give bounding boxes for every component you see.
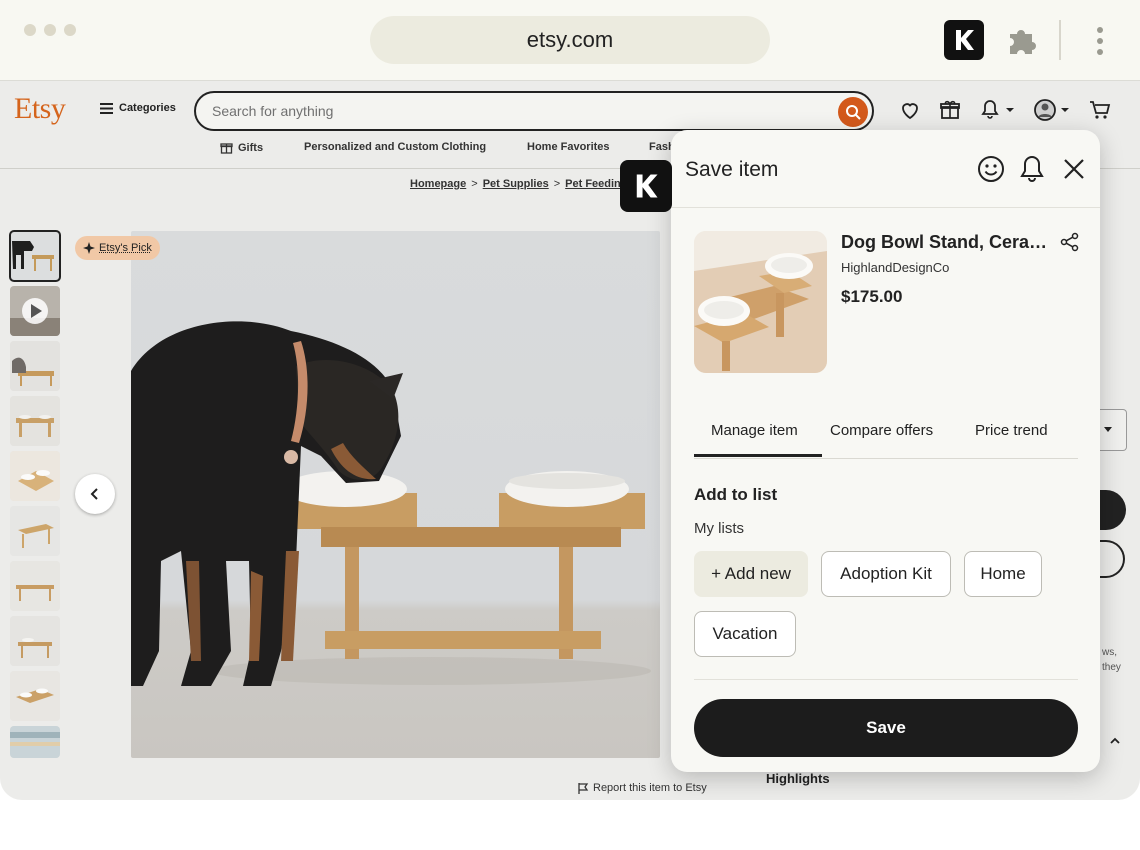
breadcrumb-separator: > [471, 178, 478, 190]
thumbnail-7[interactable] [10, 561, 60, 611]
search-button[interactable] [838, 97, 868, 127]
flag-icon [578, 783, 589, 794]
chevron-up-icon[interactable] [1108, 734, 1122, 748]
notifications-bell-icon[interactable] [978, 98, 1018, 122]
breadcrumb: Homepage > Pet Supplies > Pet Feedin [410, 178, 621, 190]
dropdown-caret-icon [1104, 427, 1112, 432]
thumbnail-9[interactable] [10, 671, 60, 721]
panel-tabs: Manage item Compare offers Price trend [694, 412, 1078, 459]
thumbnail-8[interactable] [10, 616, 60, 666]
side-text-2: they [1102, 662, 1121, 673]
categories-label: Categories [119, 102, 176, 114]
etsy-logo[interactable]: Etsy [14, 92, 66, 126]
tab-price-trend[interactable]: Price trend [975, 422, 1048, 439]
report-item-link[interactable]: Report this item to Etsy [577, 782, 707, 794]
puzzle-icon[interactable] [1004, 22, 1040, 58]
toolbar-divider [1059, 20, 1061, 60]
thumbnail-video[interactable] [10, 286, 60, 336]
cart-icon[interactable] [1088, 98, 1112, 122]
smiley-icon[interactable] [976, 154, 1006, 184]
chevron-left-icon [90, 488, 98, 500]
thumbnail-4[interactable] [10, 396, 60, 446]
categories-button[interactable]: Categories [100, 102, 176, 114]
save-item-panel: Save item Dog Bowl Stand, Ceramic Bowls … [671, 130, 1100, 772]
shop-name[interactable]: HighlandDesignCo [841, 260, 949, 275]
panel-title: Save item [685, 158, 779, 181]
window-control-maximize[interactable] [64, 24, 76, 36]
account-avatar-icon[interactable] [1033, 98, 1073, 122]
search-icon [846, 105, 861, 120]
add-new-list-button[interactable]: + Add new [694, 551, 808, 597]
thumbnail-1[interactable] [9, 230, 61, 282]
window-control-minimize[interactable] [44, 24, 56, 36]
product-price: $175.00 [841, 287, 903, 306]
bell-icon[interactable] [1017, 154, 1047, 184]
variant-select-edge[interactable] [1100, 409, 1127, 451]
previous-image-button[interactable] [75, 474, 115, 514]
thumbnail-10[interactable] [10, 726, 60, 758]
nav-item-home-favorites[interactable]: Home Favorites [527, 141, 610, 153]
breadcrumb-pet-feeding[interactable]: Pet Feedin [565, 178, 621, 190]
save-button[interactable]: Save [694, 699, 1078, 757]
search-bar[interactable]: Search for anything [194, 91, 874, 131]
breadcrumb-pet-supplies[interactable]: Pet Supplies [483, 178, 549, 190]
url-text: etsy.com [526, 27, 614, 52]
breadcrumb-separator: > [553, 178, 561, 190]
window-control-close[interactable] [24, 24, 36, 36]
nav-item-gifts[interactable]: Gifts [220, 141, 263, 154]
share-icon[interactable] [1060, 232, 1080, 252]
tab-compare-offers[interactable]: Compare offers [830, 422, 933, 439]
menu-icon [100, 102, 113, 114]
thumbnail-6[interactable] [10, 506, 60, 556]
tab-manage-item[interactable]: Manage item [711, 422, 798, 439]
report-item-label: Report this item to Etsy [593, 782, 707, 794]
panel-footer-divider [694, 679, 1078, 680]
extension-floating-k-icon[interactable] [620, 160, 672, 212]
add-to-cart-edge[interactable] [1100, 540, 1125, 578]
list-chip-home[interactable]: Home [964, 551, 1042, 597]
nav-label-gifts: Gifts [238, 141, 264, 154]
breadcrumb-homepage[interactable]: Homepage [410, 178, 466, 190]
heart-icon[interactable] [898, 98, 922, 122]
product-main-image[interactable] [131, 231, 660, 758]
add-to-list-heading: Add to list [694, 485, 778, 504]
list-chip-adoption-kit[interactable]: Adoption Kit [821, 551, 951, 597]
highlights-heading: Highlights [766, 771, 830, 786]
browser-window: etsy.com Etsy Categories Search for anyt… [0, 0, 1140, 800]
active-tab-indicator [694, 454, 822, 457]
sparkle-icon [83, 242, 95, 254]
etsys-pick-label: Etsy's Pick [99, 242, 152, 254]
extension-k-icon[interactable] [944, 20, 984, 60]
thumbnail-5[interactable] [10, 451, 60, 501]
buy-button-edge[interactable] [1100, 490, 1126, 530]
panel-header-divider [671, 207, 1100, 208]
list-chip-vacation[interactable]: Vacation [694, 611, 796, 657]
nav-item-personalized[interactable]: Personalized and Custom Clothing [304, 141, 486, 153]
gift-icon[interactable] [938, 98, 962, 122]
address-bar[interactable]: etsy.com [370, 16, 770, 64]
product-thumbnail [694, 231, 827, 373]
gift-small-icon [220, 143, 233, 154]
product-name[interactable]: Dog Bowl Stand, Ceramic Bowls [841, 232, 1051, 253]
etsys-pick-badge[interactable]: Etsy's Pick [75, 236, 160, 260]
thumbnail-3[interactable] [10, 341, 60, 391]
close-icon[interactable] [1059, 154, 1089, 184]
my-lists-label: My lists [694, 520, 744, 537]
search-placeholder: Search for anything [212, 103, 334, 119]
side-text-1: ws, [1102, 647, 1117, 658]
browser-toolbar: etsy.com [0, 0, 1140, 81]
kebab-menu-icon[interactable] [1090, 24, 1110, 58]
